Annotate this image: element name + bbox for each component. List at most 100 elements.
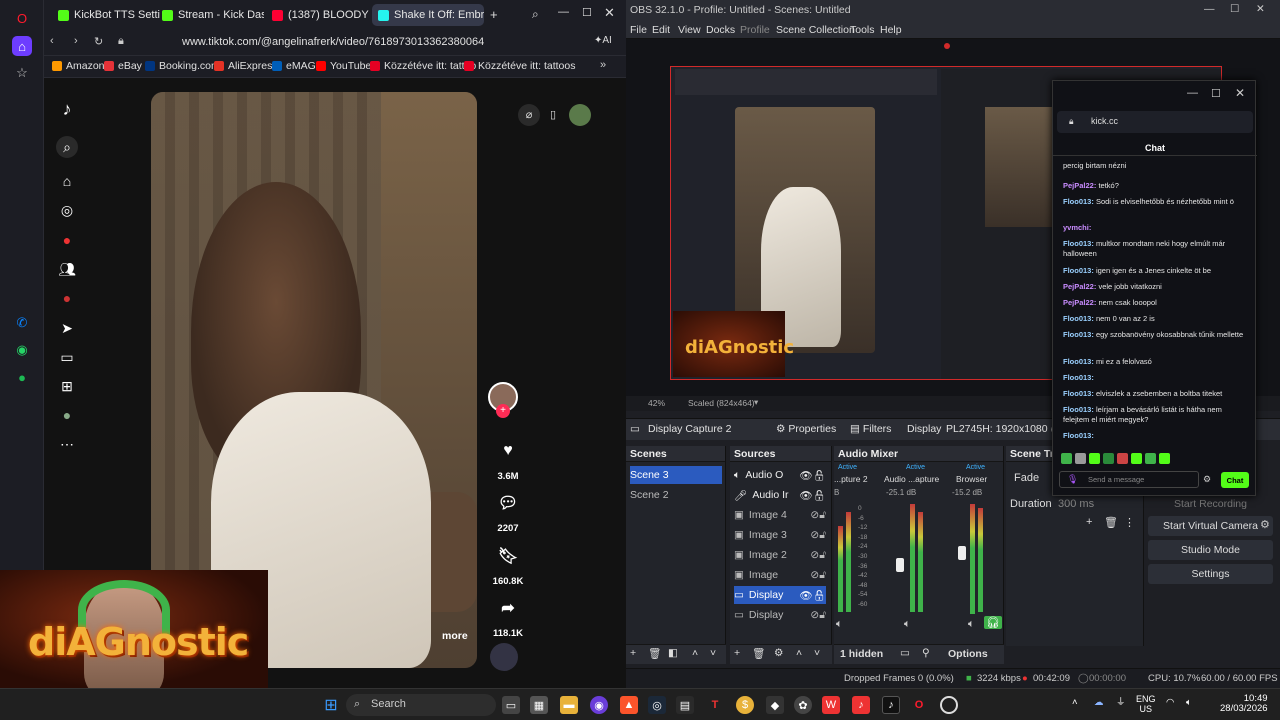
app-icon[interactable]: ◉ [590, 696, 608, 714]
emote-icon[interactable] [1159, 453, 1170, 464]
gear-icon[interactable]: ⚙ [1203, 474, 1211, 485]
emote-icon[interactable] [1117, 453, 1128, 464]
source-item-selected[interactable]: ▭ Display 👁︎🔓︎ [734, 586, 826, 604]
share-action[interactable]: ➦ 118.1K [488, 591, 528, 639]
spotify-icon[interactable]: ● [12, 367, 32, 387]
home-icon[interactable]: ⌂ [56, 170, 78, 192]
chevron-down-icon[interactable]: ▾ [754, 397, 758, 408]
app-icon[interactable]: W [822, 696, 840, 714]
emote-icon[interactable] [1075, 453, 1086, 464]
tiktok-logo-icon[interactable]: ♪ [56, 98, 78, 120]
hidden-count[interactable]: 1 hidden [840, 648, 883, 660]
taskbar-search[interactable]: ⌕ Search [346, 694, 496, 716]
save-action[interactable]: 🔖︎ 160.8K [488, 539, 528, 587]
clock[interactable]: 10:49 28/03/2026 [1220, 694, 1268, 714]
channel-name[interactable]: Audio ...apture [884, 474, 939, 484]
tiktok-icon[interactable]: ♪ [882, 696, 900, 714]
chevron-right-icon[interactable]: » [600, 59, 606, 71]
upload-icon[interactable]: ⊞ [56, 375, 78, 397]
forward-icon[interactable]: › [74, 35, 78, 47]
menu-help[interactable]: Help [880, 24, 902, 36]
reload-icon[interactable]: ↻ [94, 35, 103, 48]
minimize-icon[interactable]: — [1187, 87, 1198, 99]
task-view-icon[interactable]: ▭ [502, 696, 520, 714]
link-icon[interactable]: ⚲ [922, 647, 930, 659]
add-transition-icon[interactable]: + [1086, 516, 1092, 528]
source-item[interactable]: ▭ Display ⊘🔓︎ [734, 606, 826, 624]
bookmark-ebay[interactable]: eBay [104, 60, 142, 72]
app-icon[interactable]: ♪ [852, 696, 870, 714]
add-scene-icon[interactable]: + [630, 647, 636, 659]
bookmark-amazon[interactable]: Amazon [52, 60, 105, 72]
duration-value[interactable]: 300 ms [1058, 498, 1094, 510]
menu-scene-collection[interactable]: Scene Collection [776, 24, 855, 36]
live-avatar-icon[interactable]: ● [56, 229, 78, 251]
speaker-icon[interactable]: 🔈︎ [904, 618, 911, 631]
gear-icon[interactable]: ⚙ [1260, 518, 1270, 531]
speaker-icon[interactable]: 🔈︎ [836, 618, 843, 631]
explore-icon[interactable]: ◎ [56, 199, 78, 221]
emote-icon[interactable] [1145, 453, 1156, 464]
close-icon[interactable]: ✕ [1256, 3, 1265, 15]
app-icon[interactable]: ▤ [676, 696, 694, 714]
chat-message-input[interactable]: Send a message [1059, 471, 1199, 488]
emote-icon[interactable] [1061, 453, 1072, 464]
new-tab-icon[interactable]: + [490, 7, 498, 22]
source-item[interactable]: ▣ Image 2 ⊘🔓︎ [734, 546, 826, 564]
filter-icon[interactable]: ◧ [668, 647, 678, 659]
bookmark-tattoos[interactable]: Közzétéve itt: tattoos [464, 60, 575, 72]
chat-url[interactable]: kick.cc [1091, 116, 1118, 126]
more-icon[interactable]: ⋯ [56, 433, 78, 455]
language-indicator[interactable]: ENG US [1136, 694, 1156, 714]
back-icon[interactable]: ‹ [50, 35, 54, 47]
bookmark-youtube[interactable]: YouTube [316, 60, 371, 72]
profile-avatar-icon[interactable]: ● [56, 287, 78, 309]
tab-tiktok[interactable]: Shake It Off: Embrace [372, 4, 484, 26]
search-icon[interactable]: ⌕ [532, 7, 539, 22]
menu-tools[interactable]: Tools [850, 24, 875, 36]
follow-plus-icon[interactable]: + [496, 404, 510, 418]
send-icon[interactable]: ➤ [56, 317, 78, 339]
emote-icon[interactable] [1089, 453, 1100, 464]
studio-mode-button[interactable]: Studio Mode [1148, 540, 1273, 560]
transition-type[interactable]: Fade [1014, 472, 1039, 484]
channel-name[interactable]: ...pture 2 [834, 474, 868, 484]
file-explorer-icon[interactable]: ▬ [560, 696, 578, 714]
brave-icon[interactable]: ▲ [620, 696, 638, 714]
minimize-icon[interactable]: — [1204, 3, 1215, 15]
maximize-icon[interactable]: ☐ [1230, 3, 1239, 15]
options-menu[interactable]: Options [948, 648, 988, 660]
maximize-icon[interactable]: ☐ [1211, 87, 1221, 100]
cloud-icon[interactable]: ☁ [1094, 698, 1104, 708]
menu-docks[interactable]: Docks [706, 24, 735, 36]
move-up-icon[interactable]: ˄ [692, 647, 698, 659]
chat-send-button[interactable]: Chat [1221, 472, 1249, 488]
menu-profile[interactable]: Profile [740, 24, 770, 36]
volume-slider-handle[interactable] [958, 546, 966, 560]
emote-icon[interactable] [1103, 453, 1114, 464]
app-icon[interactable]: ◆ [766, 696, 784, 714]
scene-item[interactable]: Scene 2 [630, 486, 722, 504]
device-icon[interactable]: ▯ [542, 104, 564, 126]
share-circle-icon[interactable]: ⌀ [518, 104, 540, 126]
transition-menu-icon[interactable]: ⋮ [1124, 516, 1135, 529]
source-item[interactable]: ▣ Image 3 ⊘🔓︎ [734, 526, 826, 544]
ai-button[interactable]: ✦AI [594, 35, 612, 46]
emote-icon[interactable] [1131, 453, 1142, 464]
source-settings-icon[interactable]: ⚙ [774, 647, 783, 659]
move-down-icon[interactable]: ˅ [814, 647, 820, 659]
source-item[interactable]: ▣ Image 4 ⊘🔓︎ [734, 506, 826, 524]
minimize-icon[interactable]: — [558, 6, 569, 18]
usb-icon[interactable]: ⏚ [1116, 698, 1126, 708]
bookmark-icon[interactable]: 🔖︎ [491, 539, 525, 573]
share-arrow-icon[interactable]: ➦ [491, 591, 525, 625]
move-down-icon[interactable]: ˅ [710, 647, 716, 659]
menu-edit[interactable]: Edit [652, 24, 670, 36]
transform-handle[interactable] [944, 43, 950, 49]
tab-kickbot[interactable]: KickBot TTS Settings [52, 4, 160, 26]
star-icon[interactable]: ☆ [12, 63, 32, 83]
maximize-icon[interactable]: ☐ [582, 6, 592, 19]
move-up-icon[interactable]: ˄ [796, 647, 802, 659]
opera-logo-icon[interactable]: O [12, 8, 32, 28]
mic-icon[interactable]: 🎙︎ [1067, 474, 1078, 485]
